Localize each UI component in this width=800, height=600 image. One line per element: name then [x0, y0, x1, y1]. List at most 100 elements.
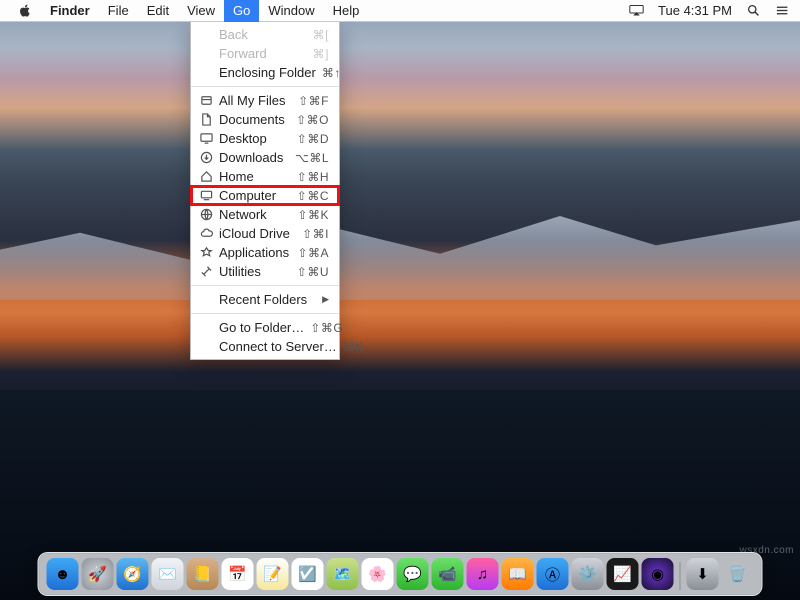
menu-item-applications[interactable]: Applications ⇧⌘A [191, 243, 339, 262]
menu-item-label: Documents [219, 112, 290, 127]
menubar-item-file[interactable]: File [99, 0, 138, 22]
dock-app-itunes[interactable]: ♫ [467, 558, 499, 590]
menu-item-shortcut: ⇧⌘C [297, 189, 329, 203]
menubar-item-help[interactable]: Help [324, 0, 369, 22]
menu-item-shortcut: ⇧⌘I [302, 227, 329, 241]
menu-item-shortcut: ⇧⌘A [297, 246, 329, 260]
dock-app-safari[interactable]: 🧭 [117, 558, 149, 590]
dock-app-photos[interactable]: 🌸 [362, 558, 394, 590]
menu-item-shortcut: ⇧⌘D [297, 132, 329, 146]
menu-separator [191, 285, 339, 286]
dock-app-contacts[interactable]: 📒 [187, 558, 219, 590]
dock-app-finder[interactable]: ☻ [47, 558, 79, 590]
dock-app-appstore[interactable]: Ⓐ [537, 558, 569, 590]
icloud-icon [199, 227, 213, 241]
menu-item-label: Network [219, 207, 291, 222]
dock-app-launchpad[interactable]: 🚀 [82, 558, 114, 590]
menu-item-computer[interactable]: Computer⇧⌘C [191, 186, 339, 205]
dock-app-mail[interactable]: ✉️ [152, 558, 184, 590]
apple-menu[interactable] [10, 0, 41, 22]
menu-item-icloud-drive[interactable]: iCloud Drive ⇧⌘I [191, 224, 339, 243]
menu-item-shortcut: ⇧⌘K [297, 208, 329, 222]
menu-item-shortcut: ⌘K [343, 340, 364, 354]
blank-icon [199, 47, 213, 61]
menu-item-go-to-folder[interactable]: Go to Folder…⇧⌘G [191, 318, 339, 337]
menu-item-utilities[interactable]: Utilities ⇧⌘U [191, 262, 339, 281]
blank-icon [199, 66, 213, 80]
blank-icon [199, 340, 213, 354]
menu-item-network[interactable]: Network ⇧⌘K [191, 205, 339, 224]
dock-app-ibooks[interactable]: 📖 [502, 558, 534, 590]
dock-trash[interactable]: 🗑️ [722, 558, 754, 590]
menu-item-shortcut: ⇧⌘F [298, 94, 329, 108]
menu-item-shortcut: ⌘] [313, 47, 329, 61]
dock-app-maps[interactable]: 🗺️ [327, 558, 359, 590]
menubar-item-window[interactable]: Window [259, 0, 323, 22]
dock-app-siri[interactable]: ◉ [642, 558, 674, 590]
menubar: Finder File Edit View Go Window Help Tue… [0, 0, 800, 22]
menu-item-shortcut: ⇧⌘U [297, 265, 329, 279]
menu-item-shortcut: ⇧⌘O [296, 113, 329, 127]
applications-icon [199, 246, 213, 260]
menu-item-shortcut: ⌘[ [313, 28, 329, 42]
menu-item-label: Go to Folder… [219, 320, 304, 335]
dock: ☻🚀🧭✉️📒📅📝☑️🗺️🌸💬📹♫📖Ⓐ⚙️📈◉ ⬇🗑️ [38, 552, 763, 596]
notification-center-icon[interactable] [775, 4, 790, 17]
menu-item-label: Downloads [219, 150, 289, 165]
menu-item-back: Back ⌘[ [191, 25, 339, 44]
go-menu-dropdown: Back ⌘[ Forward ⌘] Enclosing Folder ⌘↑ All My … [190, 22, 340, 360]
dock-app-facetime[interactable]: 📹 [432, 558, 464, 590]
menu-item-label: Forward [219, 46, 307, 61]
menu-item-desktop[interactable]: Desktop ⇧⌘D [191, 129, 339, 148]
dock-app-reminders[interactable]: ☑️ [292, 558, 324, 590]
menu-item-shortcut: ⌘↑ [322, 66, 341, 80]
menubar-clock[interactable]: Tue 4:31 PM [658, 3, 732, 18]
dock-app-calendar[interactable]: 📅 [222, 558, 254, 590]
menu-item-label: iCloud Drive [219, 226, 296, 241]
menu-item-label: Home [219, 169, 291, 184]
blank-icon [199, 28, 213, 42]
menu-item-all-my-files[interactable]: All My Files ⇧⌘F [191, 91, 339, 110]
dock-app-notes[interactable]: 📝 [257, 558, 289, 590]
spotlight-icon[interactable] [746, 4, 761, 17]
dock-divider [680, 562, 681, 590]
menu-item-label: Desktop [219, 131, 291, 146]
all-files-icon [199, 94, 213, 108]
dock-downloads-stack[interactable]: ⬇ [687, 558, 719, 590]
menu-item-recent-folders[interactable]: Recent Folders [191, 290, 339, 309]
menu-item-label: Connect to Server… [219, 339, 337, 354]
downloads-icon [199, 151, 213, 165]
menubar-app-name[interactable]: Finder [41, 0, 99, 22]
dock-app-preferences[interactable]: ⚙️ [572, 558, 604, 590]
menubar-item-edit[interactable]: Edit [138, 0, 178, 22]
menu-item-forward: Forward ⌘] [191, 44, 339, 63]
airplay-icon[interactable] [629, 4, 644, 17]
menu-item-label: Recent Folders [219, 292, 316, 307]
dock-app-messages[interactable]: 💬 [397, 558, 429, 590]
computer-icon [199, 189, 213, 203]
menu-separator [191, 313, 339, 314]
menu-item-shortcut: ⇧⌘H [297, 170, 329, 184]
menu-item-enclosing-folder[interactable]: Enclosing Folder ⌘↑ [191, 63, 339, 82]
menu-item-documents[interactable]: Documents ⇧⌘O [191, 110, 339, 129]
menu-item-label: Back [219, 27, 307, 42]
desktop-icon [199, 132, 213, 146]
menu-item-home[interactable]: Home ⇧⌘H [191, 167, 339, 186]
menubar-item-view[interactable]: View [178, 0, 224, 22]
documents-icon [199, 113, 213, 127]
menu-item-shortcut: ⌥⌘L [295, 151, 329, 165]
menu-item-shortcut: ⇧⌘G [310, 321, 343, 335]
menu-item-connect-to-server[interactable]: Connect to Server…⌘K [191, 337, 339, 356]
utilities-icon [199, 265, 213, 279]
desktop-wallpaper [0, 0, 800, 600]
menu-item-label: Utilities [219, 264, 291, 279]
menu-item-label: Enclosing Folder [219, 65, 316, 80]
blank-icon [199, 321, 213, 335]
menu-item-label: Applications [219, 245, 291, 260]
blank-icon [199, 293, 213, 307]
menubar-item-go[interactable]: Go [224, 0, 259, 22]
home-icon [199, 170, 213, 184]
dock-app-activity[interactable]: 📈 [607, 558, 639, 590]
menu-item-label: All My Files [219, 93, 292, 108]
menu-item-downloads[interactable]: Downloads ⌥⌘L [191, 148, 339, 167]
